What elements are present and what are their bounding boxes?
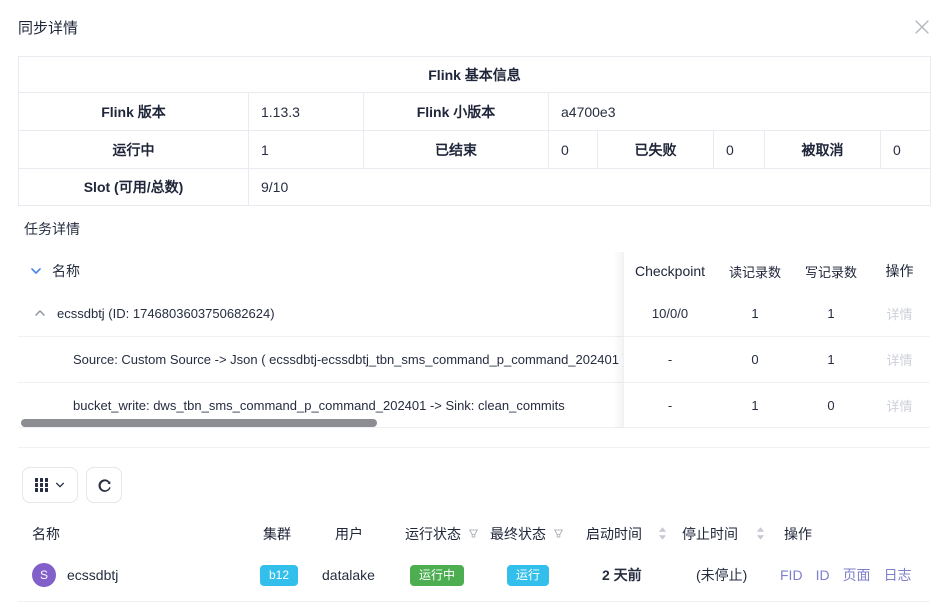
running-value: 1 xyxy=(249,131,364,169)
final-status-badge: 运行 xyxy=(507,565,549,586)
slot-label: Slot (可用/总数) xyxy=(19,169,249,206)
flink-version-value: 1.13.3 xyxy=(249,93,364,131)
flink-version-label: Flink 版本 xyxy=(19,93,249,131)
close-icon[interactable] xyxy=(911,16,933,38)
finished-value: 0 xyxy=(549,131,598,169)
detail-link[interactable]: 详情 xyxy=(886,307,912,322)
chevron-down-icon[interactable] xyxy=(30,265,42,277)
column-checkpoint: Checkpoint xyxy=(623,263,717,279)
cluster-badge: b12 xyxy=(260,565,298,586)
detail-link[interactable]: 详情 xyxy=(886,353,912,368)
finished-label: 已结束 xyxy=(364,131,549,169)
job-name: ecssdbtj xyxy=(67,567,118,583)
id-link[interactable]: ID xyxy=(816,567,830,583)
column-start-time: 启动时间 xyxy=(586,524,642,544)
flink-minor-version-label: Flink 小版本 xyxy=(364,93,549,131)
column-write-records: 写记录数 xyxy=(793,262,869,281)
failed-value: 0 xyxy=(714,131,765,169)
page-title: 同步详情 xyxy=(18,17,78,38)
column-user: 用户 xyxy=(320,524,395,544)
cancelled-value: 0 xyxy=(881,131,931,169)
write-records-value: 0 xyxy=(793,398,869,413)
column-actions: 操作 xyxy=(772,524,930,544)
jobs-table: 名称 集群 用户 运行状态 最终状态 启动时间 xyxy=(18,518,930,602)
column-settings-button[interactable] xyxy=(22,467,78,503)
fid-link[interactable]: FID xyxy=(780,567,803,583)
detail-link[interactable]: 详情 xyxy=(886,399,912,414)
flink-info-title: Flink 基本信息 xyxy=(19,57,931,93)
cancelled-label: 被取消 xyxy=(765,131,881,169)
read-records-value: 1 xyxy=(717,306,793,321)
task-table-header: 名称 Checkpoint 读记录数 写记录数 操作 xyxy=(18,252,930,290)
write-records-value: 1 xyxy=(793,352,869,367)
task-name: ecssdbtj (ID: 1746803603750682624) xyxy=(57,306,275,321)
sorter-icon[interactable] xyxy=(756,527,765,540)
filter-icon[interactable] xyxy=(468,528,479,539)
grid-icon xyxy=(35,478,49,492)
column-stop-time: 停止时间 xyxy=(682,524,738,544)
task-name: Source: Custom Source -> Json ( ecssdbtj… xyxy=(73,352,623,367)
write-records-value: 1 xyxy=(793,306,869,321)
sorter-icon[interactable] xyxy=(658,527,667,540)
slot-value: 9/10 xyxy=(249,169,931,206)
page-link[interactable]: 页面 xyxy=(843,565,871,585)
read-records-value: 1 xyxy=(717,398,793,413)
refresh-icon xyxy=(97,478,112,493)
table-row: Source: Custom Source -> Json ( ecssdbtj… xyxy=(18,337,930,383)
column-name: 名称 xyxy=(52,261,80,281)
checkpoint-value: - xyxy=(623,398,717,413)
column-read-records: 读记录数 xyxy=(717,262,793,281)
horizontal-scrollbar[interactable] xyxy=(21,419,377,427)
column-cluster: 集群 xyxy=(250,524,320,544)
flink-info-table: Flink 基本信息 Flink 版本 1.13.3 Flink 小版本 a47… xyxy=(18,56,931,206)
chevron-up-icon[interactable] xyxy=(34,307,46,319)
flink-minor-version-value: a4700e3 xyxy=(549,93,931,131)
refresh-button[interactable] xyxy=(86,467,122,503)
read-records-value: 0 xyxy=(717,352,793,367)
column-run-status: 运行状态 xyxy=(405,524,461,544)
stop-time: (未停止) xyxy=(672,565,772,585)
column-actions: 操作 xyxy=(869,261,930,281)
log-link[interactable]: 日志 xyxy=(884,565,912,585)
fixed-column-divider xyxy=(623,252,624,428)
start-time: 2 天前 xyxy=(572,565,672,585)
task-table: 名称 Checkpoint 读记录数 写记录数 操作 ecssdbtj (ID:… xyxy=(18,252,930,428)
failed-label: 已失败 xyxy=(598,131,714,169)
table-row: ecssdbtj (ID: 1746803603750682624) 10/0/… xyxy=(18,290,930,337)
task-name: bucket_write: dws_tbn_sms_command_p_comm… xyxy=(73,398,565,413)
job-user: datalake xyxy=(320,567,395,583)
checkpoint-value: - xyxy=(623,352,717,367)
section-divider xyxy=(18,447,930,448)
filter-icon[interactable] xyxy=(553,528,564,539)
checkpoint-value: 10/0/0 xyxy=(623,306,717,321)
task-section-title: 任务详情 xyxy=(24,219,80,239)
column-final-status: 最终状态 xyxy=(490,524,546,544)
avatar: S xyxy=(32,563,56,587)
sync-details-modal: 同步详情 Flink 基本信息 Flink 版本 1.13.3 Flink 小版… xyxy=(0,0,948,611)
run-status-badge: 运行中 xyxy=(410,565,464,586)
chevron-down-icon xyxy=(55,478,65,493)
column-name: 名称 xyxy=(18,524,250,544)
running-label: 运行中 xyxy=(19,131,249,169)
jobs-table-header: 名称 集群 用户 运行状态 最终状态 启动时间 xyxy=(18,518,930,549)
table-row: S ecssdbtj b12 datalake 运行中 运行 2 天前 (未停止… xyxy=(18,549,930,602)
